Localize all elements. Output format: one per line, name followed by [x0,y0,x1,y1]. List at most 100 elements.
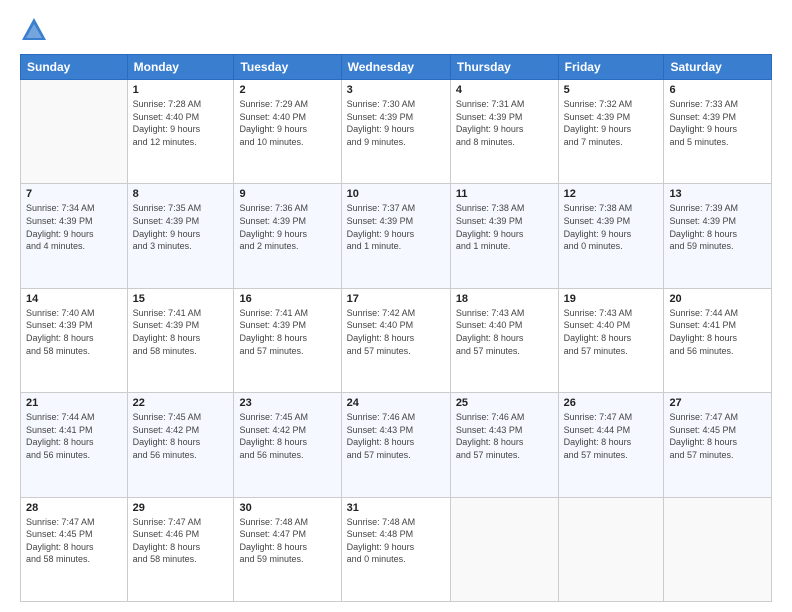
header [20,16,772,44]
day-info: Sunrise: 7:41 AM Sunset: 4:39 PM Dayligh… [133,307,229,357]
day-info: Sunrise: 7:39 AM Sunset: 4:39 PM Dayligh… [669,202,766,252]
calendar-page: SundayMondayTuesdayWednesdayThursdayFrid… [0,0,792,612]
calendar-cell: 20 Sunrise: 7:44 AM Sunset: 4:41 PM Dayli… [664,288,772,392]
day-info: Sunrise: 7:40 AM Sunset: 4:39 PM Dayligh… [26,307,122,357]
weekday-header-row: SundayMondayTuesdayWednesdayThursdayFrid… [21,55,772,80]
calendar-cell: 31 Sunrise: 7:48 AM Sunset: 4:48 PM Dayli… [341,497,450,601]
calendar-cell [664,497,772,601]
calendar-week-row: 14 Sunrise: 7:40 AM Sunset: 4:39 PM Dayli… [21,288,772,392]
day-number: 12 [564,188,659,200]
day-number: 15 [133,293,229,305]
day-number: 22 [133,397,229,409]
weekday-header-saturday: Saturday [664,55,772,80]
calendar-cell: 24Sunrise: 7:46 AM Sunset: 4:43 PM Dayli… [341,393,450,497]
calendar-cell: 27 Sunrise: 7:47 AM Sunset: 4:45 PM Dayli… [664,393,772,497]
day-number: 23 [239,397,335,409]
day-number: 28 [26,502,122,514]
day-info: Sunrise: 7:36 AM Sunset: 4:39 PM Dayligh… [239,202,335,252]
day-info: Sunrise: 7:48 AM Sunset: 4:47 PM Dayligh… [239,516,335,566]
day-info: Sunrise: 7:30 AM Sunset: 4:39 PM Dayligh… [347,98,445,148]
calendar-table: SundayMondayTuesdayWednesdayThursdayFrid… [20,54,772,602]
calendar-cell: 18 Sunrise: 7:43 AM Sunset: 4:40 PM Dayli… [450,288,558,392]
day-info: Sunrise: 7:37 AM Sunset: 4:39 PM Dayligh… [347,202,445,252]
day-number: 25 [456,397,553,409]
calendar-cell: 28Sunrise: 7:47 AM Sunset: 4:45 PM Dayli… [21,497,128,601]
calendar-cell [21,80,128,184]
day-number: 5 [564,84,659,96]
day-number: 2 [239,84,335,96]
calendar-cell: 8 Sunrise: 7:35 AM Sunset: 4:39 PM Daylig… [127,184,234,288]
calendar-cell: 16Sunrise: 7:41 AM Sunset: 4:39 PM Dayli… [234,288,341,392]
day-number: 3 [347,84,445,96]
day-number: 27 [669,397,766,409]
day-number: 8 [133,188,229,200]
calendar-cell: 25 Sunrise: 7:46 AM Sunset: 4:43 PM Dayli… [450,393,558,497]
calendar-cell: 13 Sunrise: 7:39 AM Sunset: 4:39 PM Dayli… [664,184,772,288]
day-info: Sunrise: 7:34 AM Sunset: 4:39 PM Dayligh… [26,202,122,252]
calendar-cell: 19 Sunrise: 7:43 AM Sunset: 4:40 PM Dayli… [558,288,664,392]
day-number: 26 [564,397,659,409]
calendar-thead: SundayMondayTuesdayWednesdayThursdayFrid… [21,55,772,80]
calendar-cell: 5 Sunrise: 7:32 AM Sunset: 4:39 PM Daylig… [558,80,664,184]
calendar-cell: 6 Sunrise: 7:33 AM Sunset: 4:39 PM Daylig… [664,80,772,184]
day-number: 7 [26,188,122,200]
calendar-cell: 4Sunrise: 7:31 AM Sunset: 4:39 PM Daylig… [450,80,558,184]
calendar-cell: 3 Sunrise: 7:30 AM Sunset: 4:39 PM Daylig… [341,80,450,184]
day-number: 24 [347,397,445,409]
calendar-cell: 22 Sunrise: 7:45 AM Sunset: 4:42 PM Dayli… [127,393,234,497]
day-number: 18 [456,293,553,305]
calendar-week-row: 28Sunrise: 7:47 AM Sunset: 4:45 PM Dayli… [21,497,772,601]
day-number: 4 [456,84,553,96]
day-number: 31 [347,502,445,514]
calendar-cell: 21Sunrise: 7:44 AM Sunset: 4:41 PM Dayli… [21,393,128,497]
weekday-header-sunday: Sunday [21,55,128,80]
calendar-cell: 2 Sunrise: 7:29 AM Sunset: 4:40 PM Daylig… [234,80,341,184]
day-info: Sunrise: 7:29 AM Sunset: 4:40 PM Dayligh… [239,98,335,148]
calendar-cell: 10 Sunrise: 7:37 AM Sunset: 4:39 PM Dayli… [341,184,450,288]
weekday-header-thursday: Thursday [450,55,558,80]
day-number: 17 [347,293,445,305]
day-number: 20 [669,293,766,305]
day-number: 21 [26,397,122,409]
day-info: Sunrise: 7:35 AM Sunset: 4:39 PM Dayligh… [133,202,229,252]
day-info: Sunrise: 7:48 AM Sunset: 4:48 PM Dayligh… [347,516,445,566]
day-info: Sunrise: 7:46 AM Sunset: 4:43 PM Dayligh… [456,411,553,461]
day-info: Sunrise: 7:38 AM Sunset: 4:39 PM Dayligh… [564,202,659,252]
day-info: Sunrise: 7:47 AM Sunset: 4:46 PM Dayligh… [133,516,229,566]
day-info: Sunrise: 7:33 AM Sunset: 4:39 PM Dayligh… [669,98,766,148]
calendar-cell: 17 Sunrise: 7:42 AM Sunset: 4:40 PM Dayli… [341,288,450,392]
day-number: 6 [669,84,766,96]
day-number: 14 [26,293,122,305]
day-number: 10 [347,188,445,200]
day-info: Sunrise: 7:45 AM Sunset: 4:42 PM Dayligh… [133,411,229,461]
day-info: Sunrise: 7:45 AM Sunset: 4:42 PM Dayligh… [239,411,335,461]
day-info: Sunrise: 7:47 AM Sunset: 4:45 PM Dayligh… [669,411,766,461]
day-info: Sunrise: 7:44 AM Sunset: 4:41 PM Dayligh… [669,307,766,357]
calendar-cell: 12 Sunrise: 7:38 AM Sunset: 4:39 PM Dayli… [558,184,664,288]
day-number: 9 [239,188,335,200]
day-number: 11 [456,188,553,200]
calendar-week-row: 1Sunrise: 7:28 AM Sunset: 4:40 PM Daylig… [21,80,772,184]
calendar-body: 1Sunrise: 7:28 AM Sunset: 4:40 PM Daylig… [21,80,772,602]
day-number: 30 [239,502,335,514]
day-info: Sunrise: 7:47 AM Sunset: 4:44 PM Dayligh… [564,411,659,461]
day-number: 19 [564,293,659,305]
calendar-cell: 30 Sunrise: 7:48 AM Sunset: 4:47 PM Dayli… [234,497,341,601]
calendar-cell: 15 Sunrise: 7:41 AM Sunset: 4:39 PM Dayli… [127,288,234,392]
day-number: 13 [669,188,766,200]
logo-icon [20,16,48,44]
calendar-cell: 26 Sunrise: 7:47 AM Sunset: 4:44 PM Dayli… [558,393,664,497]
day-info: Sunrise: 7:28 AM Sunset: 4:40 PM Dayligh… [133,98,229,148]
calendar-cell [558,497,664,601]
day-info: Sunrise: 7:43 AM Sunset: 4:40 PM Dayligh… [564,307,659,357]
day-number: 16 [239,293,335,305]
weekday-header-monday: Monday [127,55,234,80]
calendar-cell: 1Sunrise: 7:28 AM Sunset: 4:40 PM Daylig… [127,80,234,184]
day-info: Sunrise: 7:43 AM Sunset: 4:40 PM Dayligh… [456,307,553,357]
calendar-week-row: 7 Sunrise: 7:34 AM Sunset: 4:39 PM Daylig… [21,184,772,288]
weekday-header-friday: Friday [558,55,664,80]
day-info: Sunrise: 7:32 AM Sunset: 4:39 PM Dayligh… [564,98,659,148]
logo [20,16,52,44]
calendar-cell: 7 Sunrise: 7:34 AM Sunset: 4:39 PM Daylig… [21,184,128,288]
day-info: Sunrise: 7:42 AM Sunset: 4:40 PM Dayligh… [347,307,445,357]
